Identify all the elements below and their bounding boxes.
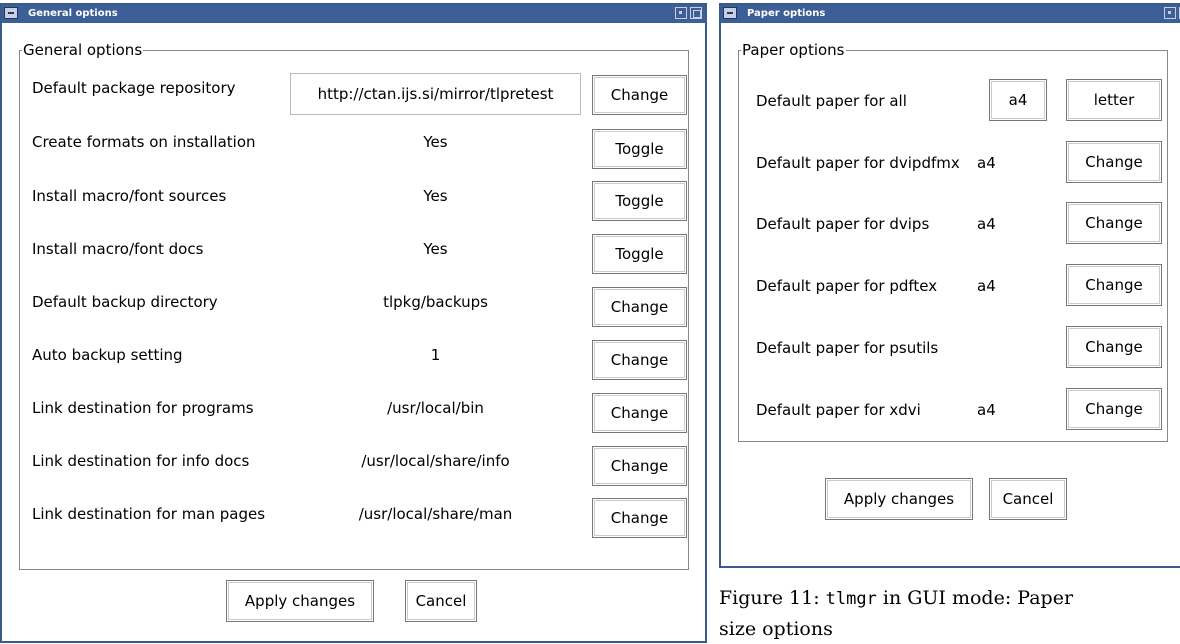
change-pdftex-button[interactable]: Change — [1066, 264, 1162, 306]
change-xdvi-button[interactable]: Change — [1066, 388, 1162, 430]
row-value: a4 — [977, 215, 996, 233]
change-man-link-button[interactable]: Change — [592, 498, 687, 538]
row-value: Yes — [423, 240, 448, 258]
general-options-window: General options General options Default … — [0, 3, 707, 643]
change-dvipdfmx-button[interactable]: Change — [1066, 141, 1162, 183]
paper-letter-button[interactable]: letter — [1066, 79, 1162, 121]
row-label: Link destination for info docs — [32, 452, 250, 470]
row-value: 1 — [430, 346, 441, 364]
row-value: a4 — [977, 277, 996, 295]
group-title: General options — [23, 41, 143, 59]
toggle-formats-button[interactable]: Toggle — [592, 129, 687, 169]
toggle-sources-button[interactable]: Toggle — [592, 181, 687, 221]
row-label: Create formats on installation — [32, 133, 256, 151]
row-value: a4 — [977, 154, 996, 172]
window-menu-icon[interactable] — [723, 7, 737, 19]
change-psutils-button[interactable]: Change — [1066, 326, 1162, 368]
repository-field[interactable]: http://ctan.ijs.si/mirror/tlpretest — [290, 73, 581, 115]
minimize-icon[interactable] — [675, 7, 687, 19]
change-dvips-button[interactable]: Change — [1066, 202, 1162, 244]
row-label: Default backup directory — [32, 293, 218, 311]
row-label: Default paper for xdvi — [756, 401, 921, 419]
caption-figure-number: Figure 11: — [719, 587, 820, 609]
cancel-button[interactable]: Cancel — [405, 580, 477, 622]
cancel-button[interactable]: Cancel — [989, 478, 1067, 520]
change-auto-backup-button[interactable]: Change — [592, 340, 687, 380]
apply-changes-button[interactable]: Apply changes — [825, 478, 973, 520]
row-label: Default paper for pdftex — [756, 277, 938, 295]
change-backup-dir-button[interactable]: Change — [592, 287, 687, 327]
row-value: /usr/local/share/man — [358, 505, 513, 523]
change-programs-link-button[interactable]: Change — [592, 393, 687, 433]
row-label: Default paper for psutils — [756, 339, 939, 357]
paper-options-titlebar[interactable]: Paper options — [721, 5, 1180, 23]
row-label: Auto backup setting — [32, 346, 183, 364]
apply-changes-button[interactable]: Apply changes — [226, 580, 374, 622]
group-title: Paper options — [742, 41, 845, 59]
window-title: General options — [28, 8, 118, 19]
row-label: Default paper for dvips — [756, 215, 930, 233]
maximize-icon[interactable] — [690, 7, 702, 19]
window-menu-icon[interactable] — [4, 7, 18, 19]
caption-text-line1: in GUI mode: Paper — [882, 587, 1074, 609]
row-label: Default paper for all — [756, 92, 907, 110]
row-label: Install macro/font sources — [32, 187, 227, 205]
row-label: Default package repository — [32, 79, 236, 97]
row-value: Yes — [423, 133, 448, 151]
caption-command: tlmgr — [825, 589, 877, 609]
minimize-icon[interactable] — [1164, 7, 1176, 19]
change-repository-button[interactable]: Change — [592, 75, 687, 115]
row-label: Link destination for programs — [32, 399, 254, 417]
row-value: tlpkg/backups — [383, 293, 488, 311]
figure-caption: Figure 11: tlmgr in GUI mode: Paper size… — [719, 583, 1073, 644]
row-label: Install macro/font docs — [32, 240, 204, 258]
row-value: /usr/local/share/info — [361, 452, 510, 470]
toggle-docs-button[interactable]: Toggle — [592, 234, 687, 274]
paper-options-window: Paper options Paper options Default pape… — [719, 3, 1180, 568]
change-info-link-button[interactable]: Change — [592, 446, 687, 486]
row-value: a4 — [977, 401, 996, 419]
general-options-titlebar[interactable]: General options — [2, 5, 705, 23]
paper-a4-button[interactable]: a4 — [989, 79, 1047, 121]
window-title: Paper options — [747, 8, 826, 19]
row-value: /usr/local/bin — [387, 399, 484, 417]
caption-text-line2: size options — [719, 618, 833, 640]
row-label: Link destination for man pages — [32, 505, 266, 523]
row-value: Yes — [423, 187, 448, 205]
row-label: Default paper for dvipdfmx — [756, 154, 960, 172]
